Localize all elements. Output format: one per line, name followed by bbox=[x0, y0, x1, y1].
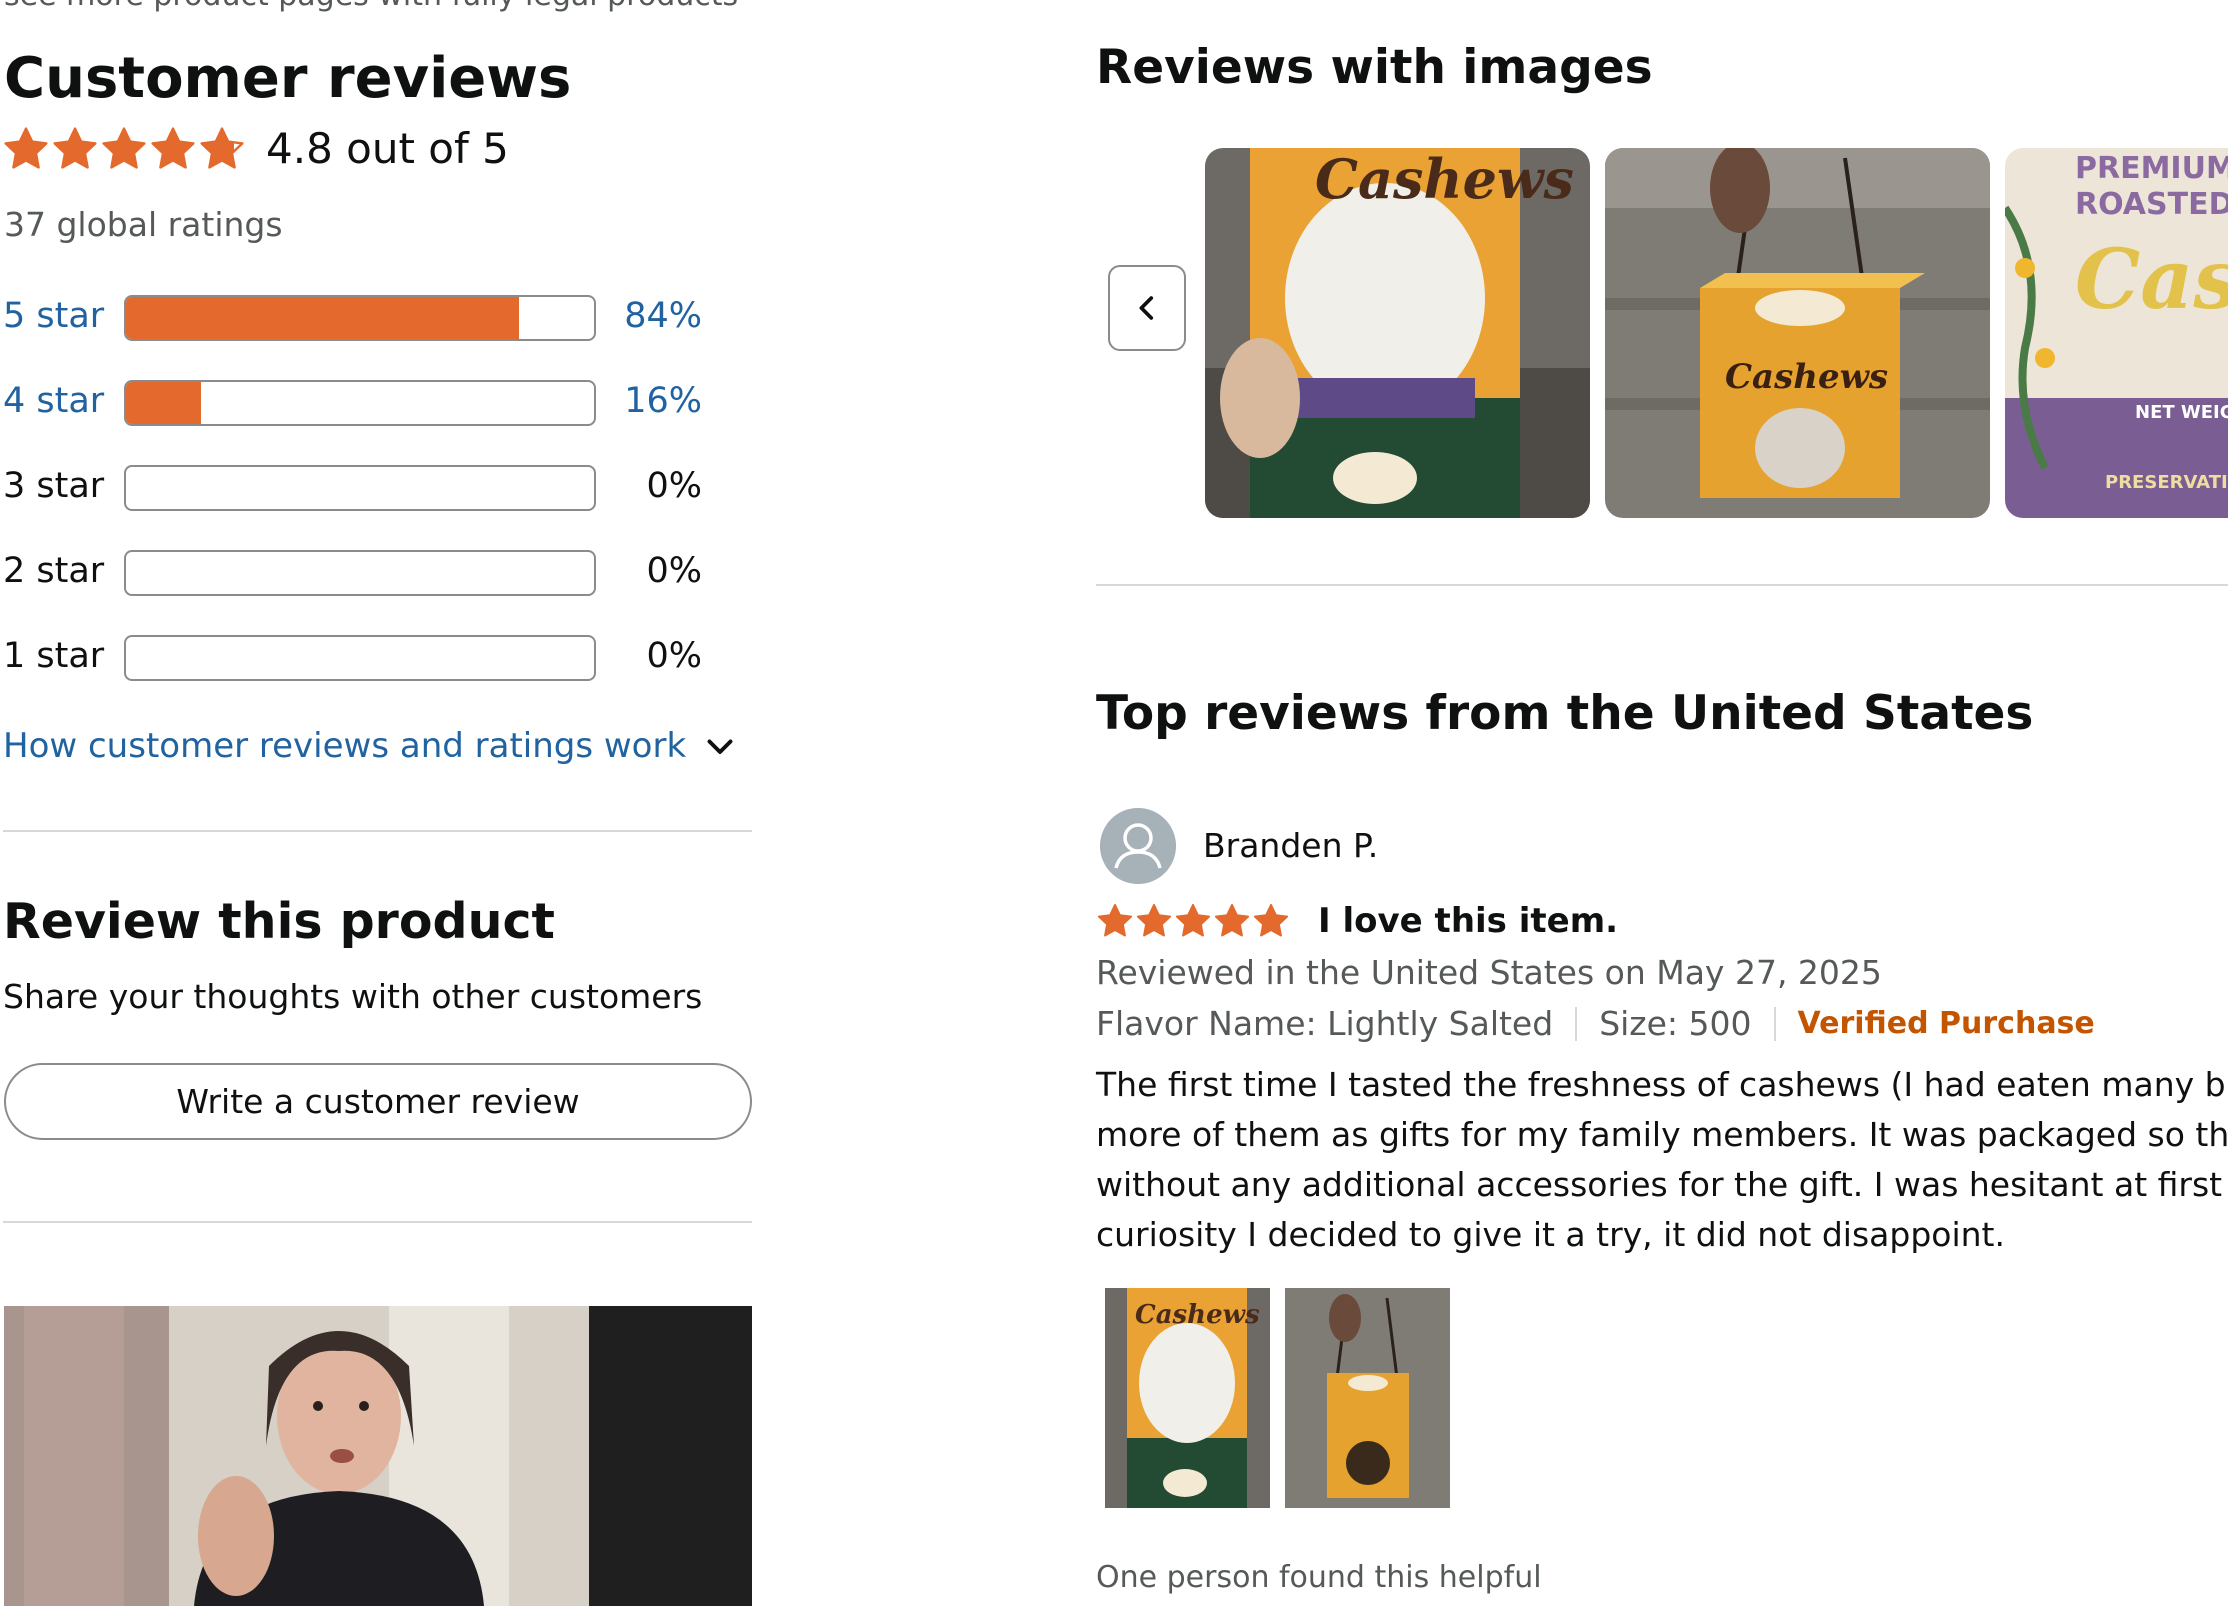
svg-text:PREMIUM: PREMIUM bbox=[2075, 151, 2228, 186]
histogram-row-4[interactable]: 4 star 16% bbox=[0, 375, 720, 431]
histogram-label-5[interactable]: 5 star bbox=[3, 296, 104, 336]
review-title[interactable]: I love this item. bbox=[1318, 901, 1618, 941]
helpful-count: One person found this helpful bbox=[1096, 1560, 1542, 1595]
section-divider bbox=[3, 1221, 752, 1223]
customer-reviews-title: Customer reviews bbox=[4, 46, 572, 111]
review-variant-info: Flavor Name: Lightly Salted Size: 500 Ve… bbox=[1096, 1004, 2095, 1043]
write-review-button[interactable]: Write a customer review bbox=[4, 1063, 752, 1140]
histogram-row-2: 2 star 0% bbox=[0, 545, 720, 601]
histogram-percent-4[interactable]: 16% bbox=[592, 381, 702, 421]
histogram-bar-3 bbox=[124, 465, 596, 511]
cashew-box-image: Cashews bbox=[1205, 148, 1590, 518]
top-reviews-title: Top reviews from the United States bbox=[1096, 686, 2034, 741]
size-value[interactable]: Size: 500 bbox=[1599, 1004, 1751, 1043]
histogram-label-2: 2 star bbox=[3, 551, 105, 591]
section-divider bbox=[1096, 584, 2228, 586]
review-rating-stars[interactable] bbox=[1096, 902, 1291, 940]
review-attached-image[interactable]: Cashews bbox=[1105, 1288, 1270, 1508]
separator bbox=[1575, 1006, 1578, 1041]
reviews-with-images-title: Reviews with images bbox=[1096, 40, 1653, 95]
carousel-prev-button[interactable] bbox=[1108, 265, 1186, 351]
histogram-row-3: 3 star 0% bbox=[0, 460, 720, 516]
star-icon bbox=[2, 125, 50, 173]
histogram-percent-3: 0% bbox=[646, 466, 702, 506]
cashew-box-image: Cashews bbox=[1105, 1288, 1270, 1508]
histogram-label-1: 1 star bbox=[3, 636, 105, 676]
chevron-down-icon bbox=[702, 728, 738, 764]
separator bbox=[1773, 1006, 1776, 1041]
star-icon bbox=[1213, 902, 1251, 940]
flavor-name[interactable]: Flavor Name: Lightly Salted bbox=[1096, 1004, 1553, 1043]
star-icon bbox=[1135, 902, 1173, 940]
star-icon bbox=[1096, 902, 1134, 940]
how-reviews-work-link[interactable]: How customer reviews and ratings work bbox=[3, 726, 738, 766]
histogram-percent-2: 0% bbox=[646, 551, 702, 591]
video-frame-image bbox=[4, 1306, 752, 1606]
star-icon bbox=[100, 125, 148, 173]
user-avatar-icon bbox=[1100, 808, 1176, 884]
cashew-jar-image: PREMIUM ROASTED Cas NET WEIGHT PRESERVAT… bbox=[2005, 148, 2228, 518]
review-body-line: curiosity I decided to give it a try, it… bbox=[1096, 1215, 2005, 1254]
svg-text:PRESERVATIVES: PRESERVATIVES bbox=[2105, 472, 2228, 493]
average-rating-stars bbox=[2, 125, 247, 173]
review-body: The first time I tasted the freshness of… bbox=[1096, 1060, 2228, 1260]
review-date: Reviewed in the United States on May 27,… bbox=[1096, 953, 1882, 992]
review-body-line: without any additional accessories for t… bbox=[1096, 1165, 2228, 1204]
review-image-thumbnail[interactable]: Cashews bbox=[1605, 148, 1990, 518]
histogram-percent-5[interactable]: 84% bbox=[592, 296, 702, 336]
global-ratings-count: 37 global ratings bbox=[4, 205, 283, 244]
svg-text:NET WEIGHT: NET WEIGHT bbox=[2135, 402, 2228, 423]
average-rating-text: 4.8 out of 5 bbox=[266, 124, 509, 173]
review-this-product-title: Review this product bbox=[3, 893, 555, 950]
histogram-row-5[interactable]: 5 star 84% bbox=[0, 290, 720, 346]
review-attached-image[interactable] bbox=[1285, 1288, 1450, 1508]
review-body-line: more of them as gifts for my family memb… bbox=[1096, 1115, 2228, 1154]
star-icon bbox=[149, 125, 197, 173]
star-icon bbox=[198, 125, 246, 173]
star-icon bbox=[1252, 902, 1290, 940]
histogram-label-3: 3 star bbox=[3, 466, 105, 506]
cashew-gift-bag-image bbox=[1285, 1288, 1450, 1508]
header-fragment: see more product pages with fully legal … bbox=[4, 0, 738, 13]
svg-text:Cashews: Cashews bbox=[1315, 148, 1574, 211]
section-divider bbox=[3, 830, 752, 832]
histogram-bar-4[interactable] bbox=[124, 380, 596, 426]
review-this-product-subtitle: Share your thoughts with other customers bbox=[3, 977, 703, 1016]
review-image-thumbnail[interactable]: Cashews bbox=[1205, 148, 1590, 518]
review-image-thumbnail[interactable]: PREMIUM ROASTED Cas NET WEIGHT PRESERVAT… bbox=[2005, 148, 2228, 518]
rating-histogram: 5 star 84% 4 star 16% 3 star 0% 2 star 0… bbox=[0, 290, 720, 690]
reviewer-avatar[interactable] bbox=[1100, 808, 1176, 884]
histogram-fill-5 bbox=[126, 297, 520, 339]
reviewer-name[interactable]: Branden P. bbox=[1203, 826, 1378, 865]
histogram-fill-4 bbox=[126, 382, 201, 424]
customer-video-thumbnail[interactable] bbox=[4, 1306, 752, 1606]
verified-purchase-badge: Verified Purchase bbox=[1797, 1006, 2095, 1041]
histogram-row-1: 1 star 0% bbox=[0, 630, 720, 686]
review-body-line: The first time I tasted the freshness of… bbox=[1096, 1065, 2228, 1104]
star-icon bbox=[51, 125, 99, 173]
svg-text:Cashews: Cashews bbox=[1135, 1300, 1260, 1330]
cashew-gift-bag-image: Cashews bbox=[1605, 148, 1990, 518]
histogram-percent-1: 0% bbox=[646, 636, 702, 676]
star-icon bbox=[1174, 902, 1212, 940]
histogram-label-4[interactable]: 4 star bbox=[3, 381, 104, 421]
how-reviews-work-label: How customer reviews and ratings work bbox=[3, 726, 687, 766]
svg-text:Cas: Cas bbox=[2075, 232, 2228, 328]
histogram-bar-1 bbox=[124, 635, 596, 681]
histogram-bar-5[interactable] bbox=[124, 295, 596, 341]
svg-text:ROASTED: ROASTED bbox=[2075, 187, 2228, 222]
histogram-bar-2 bbox=[124, 550, 596, 596]
svg-text:Cashews: Cashews bbox=[1725, 357, 1888, 397]
chevron-left-icon bbox=[1139, 296, 1154, 320]
